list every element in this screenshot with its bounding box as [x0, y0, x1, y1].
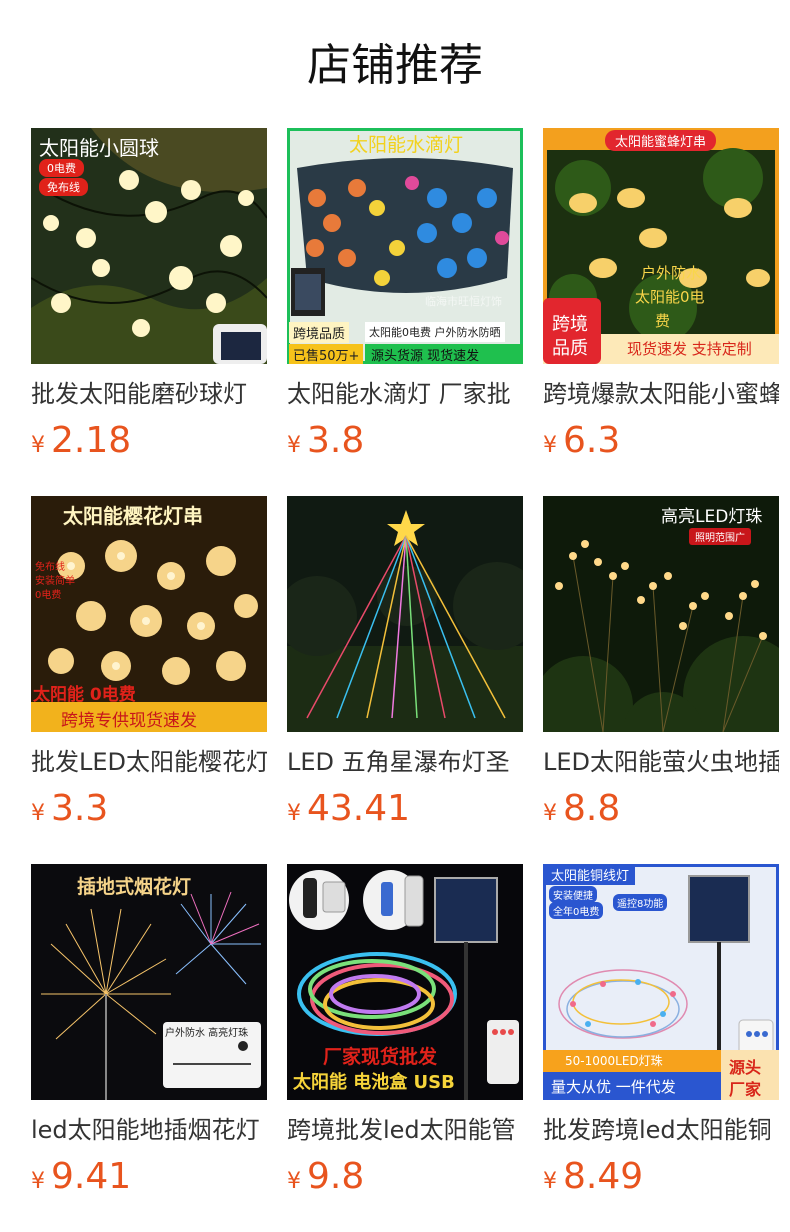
image-caption: 太阳能 电池盒 USB — [293, 1072, 455, 1093]
product-title[interactable]: 批发跨境led太阳能铜 — [543, 1110, 779, 1150]
image-tag: 全年0电费 — [549, 902, 604, 919]
currency-symbol: ¥ — [543, 801, 557, 826]
image-tag: 照明范围广 — [689, 528, 751, 545]
product-image[interactable]: 太阳能蜜蜂灯串 户外防水 太阳能0电 费 跨境 品质 现货速发 支持定制 — [543, 128, 779, 364]
image-tag: 安装便捷 — [549, 886, 597, 903]
image-watermark: 临海市旺恒灯饰 — [425, 295, 502, 308]
image-badge: 厂家 — [729, 1080, 762, 1099]
product-image-art — [31, 864, 267, 1100]
product-title[interactable]: 跨境爆款太阳能小蜜蜂 — [543, 374, 779, 414]
product-title[interactable]: 跨境批发led太阳能管 — [287, 1110, 523, 1150]
product-title[interactable]: 批发LED太阳能樱花灯 — [31, 742, 267, 782]
image-caption: 量大从优 一件代发 — [551, 1078, 676, 1096]
product-price: ¥6.3 — [543, 420, 620, 461]
currency-symbol: ¥ — [543, 1169, 557, 1194]
image-caption: 高亮LED灯珠 — [661, 507, 763, 527]
product-price: ¥9.8 — [287, 1156, 364, 1197]
image-tag: 遥控8功能 — [613, 894, 668, 911]
image-caption: 跨境专供现货速发 — [61, 711, 197, 731]
image-caption: 插地式烟花灯 — [77, 876, 192, 898]
image-tag: 免布线 — [39, 178, 88, 196]
currency-symbol: ¥ — [31, 1169, 45, 1194]
currency-symbol: ¥ — [287, 1169, 301, 1194]
currency-symbol: ¥ — [31, 433, 45, 458]
image-badge: 品质 — [552, 338, 588, 359]
product-image[interactable]: 太阳能水滴灯 临海市旺恒灯饰 跨境品质 已售50万+ 太阳能0电费 户外防水防晒… — [287, 128, 523, 364]
image-tag: 0电费 — [39, 159, 84, 177]
product-title[interactable]: LED太阳能萤火虫地插 — [543, 742, 779, 782]
price-value: 8.49 — [563, 1156, 644, 1197]
price-value: 8.8 — [563, 788, 621, 829]
image-badge: 源头 — [729, 1058, 762, 1077]
image-caption: 太阳能 0电费 — [33, 685, 136, 705]
product-price: ¥43.41 — [287, 788, 410, 829]
product-image[interactable] — [287, 496, 523, 732]
price-value: 2.18 — [51, 420, 132, 461]
image-badge: 跨境 — [552, 314, 588, 335]
price-value: 3.8 — [307, 420, 365, 461]
image-caption: 厂家现货批发 — [323, 1046, 438, 1068]
price-value: 9.41 — [51, 1156, 132, 1197]
image-caption: 费 — [655, 312, 671, 330]
image-caption: 免布线 — [35, 562, 65, 573]
image-caption: 太阳能铜线灯 — [545, 864, 636, 885]
product-title[interactable]: 批发太阳能磨砂球灯 — [31, 374, 267, 414]
price-value: 9.8 — [307, 1156, 365, 1197]
product-price: ¥2.18 — [31, 420, 131, 461]
image-tag: 户外防水 高亮灯珠 — [165, 1028, 249, 1039]
image-caption: 太阳能樱花灯串 — [63, 504, 203, 528]
price-value: 3.3 — [51, 788, 109, 829]
image-badge: 跨境品质 — [289, 322, 350, 343]
currency-symbol: ¥ — [287, 801, 301, 826]
currency-symbol: ¥ — [543, 433, 557, 458]
product-price: ¥8.49 — [543, 1156, 643, 1197]
product-title[interactable]: 太阳能水滴灯 厂家批 — [287, 374, 523, 414]
image-caption: 太阳能0电 — [635, 288, 705, 306]
product-image[interactable]: 高亮LED灯珠 照明范围广 — [543, 496, 779, 732]
product-image-art — [287, 496, 523, 732]
product-price: ¥3.8 — [287, 420, 364, 461]
image-caption: 安装简单 — [35, 576, 75, 587]
product-image[interactable]: 插地式烟花灯 户外防水 高亮灯珠 — [31, 864, 267, 1100]
image-caption: 户外防水 — [641, 264, 702, 282]
product-price: ¥3.3 — [31, 788, 108, 829]
product-price: ¥9.41 — [31, 1156, 131, 1197]
image-badge: 现货速发 支持定制 — [627, 340, 752, 358]
product-image[interactable]: 太阳能铜线灯 安装便捷 遥控8功能 全年0电费 50-1000LED灯珠 量大从… — [543, 864, 779, 1100]
product-title[interactable]: LED 五角星瀑布灯圣 — [287, 742, 523, 782]
image-caption: 50-1000LED灯珠 — [565, 1054, 663, 1068]
product-image[interactable]: 太阳能樱花灯串 免布线 安装简单 0电费 太阳能 0电费 跨境专供现货速发 — [31, 496, 267, 732]
product-image[interactable]: 太阳能小圆球 0电费 免布线 — [31, 128, 267, 364]
image-caption: 0电费 — [35, 590, 62, 601]
image-caption: 太阳能水滴灯 — [349, 134, 464, 156]
page-title: 店铺推荐 — [307, 40, 483, 91]
price-value: 6.3 — [563, 420, 621, 461]
currency-symbol: ¥ — [31, 801, 45, 826]
image-caption: 太阳能蜜蜂灯串 — [605, 130, 717, 151]
price-value: 43.41 — [307, 788, 411, 829]
image-badge: 源头货源 现货速发 — [365, 344, 523, 364]
product-price: ¥8.8 — [543, 788, 620, 829]
image-badge: 太阳能0电费 户外防水防晒 — [365, 322, 505, 342]
product-image[interactable]: 厂家现货批发 太阳能 电池盒 USB — [287, 864, 523, 1100]
currency-symbol: ¥ — [287, 433, 301, 458]
image-badge: 已售50万+ — [289, 344, 364, 364]
image-caption: 太阳能小圆球 — [39, 136, 159, 160]
product-title[interactable]: led太阳能地插烟花灯 — [31, 1110, 267, 1150]
